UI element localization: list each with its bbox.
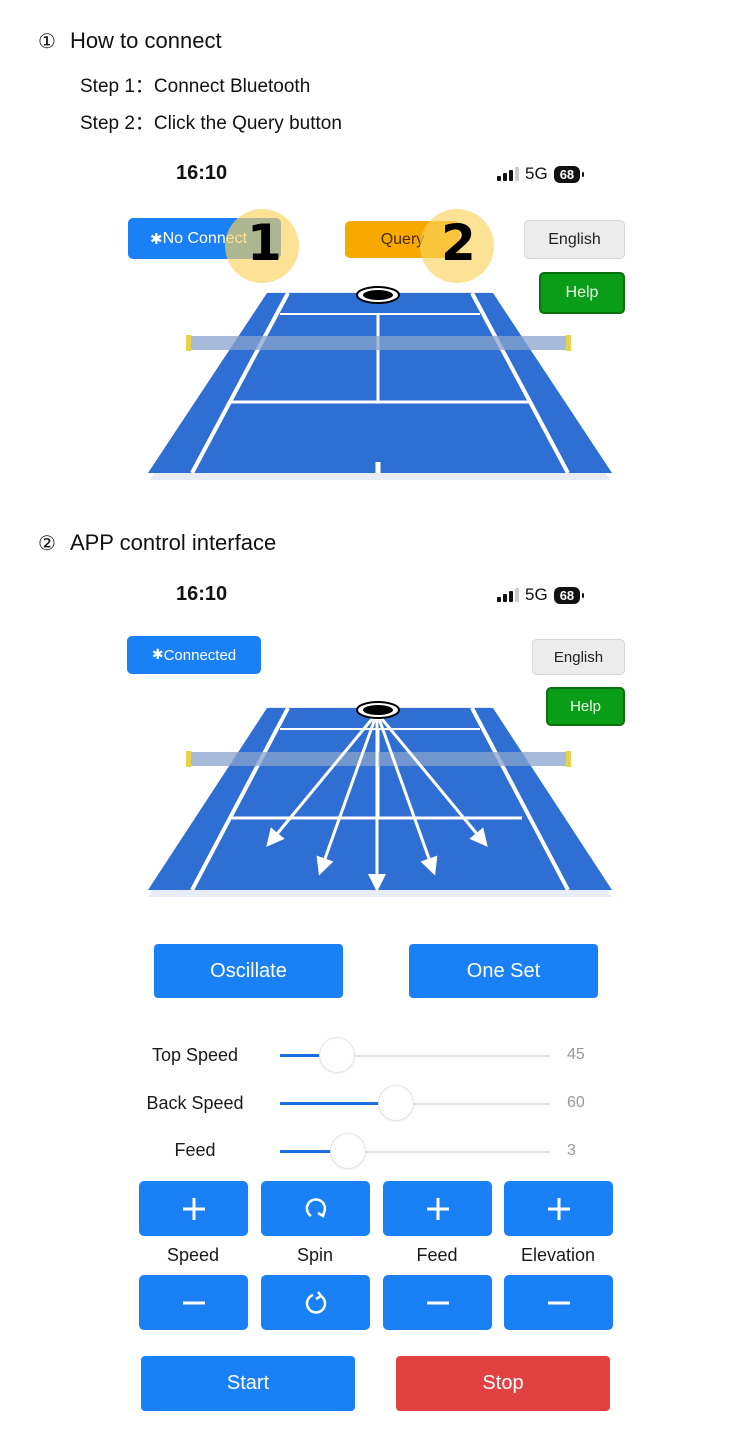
- start-button[interactable]: Start: [141, 1356, 355, 1411]
- elevation-increase-button[interactable]: [504, 1181, 613, 1236]
- status-bar-right: 5G 68: [497, 164, 585, 184]
- bluetooth-icon: ✱: [150, 229, 163, 248]
- signal-icon: [497, 587, 519, 602]
- slider-thumb[interactable]: [379, 1086, 414, 1120]
- section-title: How to connect: [69, 28, 222, 53]
- language-button[interactable]: English: [532, 639, 625, 675]
- stop-button[interactable]: Stop: [396, 1356, 610, 1411]
- slider-thumb[interactable]: [330, 1134, 365, 1168]
- section-app-control-title: ② APP control interface: [38, 530, 276, 556]
- status-bar-right: 5G 68: [497, 585, 585, 605]
- feed-label: Feed: [416, 1245, 458, 1265]
- spin-label: Spin: [296, 1245, 334, 1265]
- spin-decrease-button[interactable]: [261, 1275, 370, 1330]
- connect-status-label: Connected: [163, 646, 237, 664]
- plus-icon: [547, 1197, 570, 1220]
- network-type: 5G: [525, 585, 548, 604]
- minus-icon: [547, 1301, 570, 1304]
- speed-decrease-button[interactable]: [139, 1275, 248, 1330]
- status-time: 16:10: [176, 162, 228, 184]
- minus-icon: [426, 1301, 449, 1304]
- speed-label: Speed: [166, 1245, 220, 1265]
- one-set-label: One Set: [466, 959, 541, 982]
- section-number: ②: [38, 531, 56, 555]
- net-post-right: [566, 751, 571, 767]
- language-label: English: [548, 230, 601, 248]
- rotate-clockwise-icon: [305, 1197, 326, 1218]
- stop-label: Stop: [482, 1372, 524, 1394]
- tennis-net: [190, 336, 570, 350]
- tennis-court-diagram-1: [148, 286, 612, 480]
- rotate-counterclockwise-icon: [305, 1290, 326, 1314]
- tennis-net: [190, 752, 570, 766]
- slider-value: 45: [567, 1046, 585, 1063]
- bluetooth-connect-button[interactable]: ✱ Connected: [127, 636, 261, 674]
- status-time: 16:10: [176, 583, 228, 605]
- bluetooth-icon: ✱: [151, 647, 164, 663]
- signal-icon: [497, 166, 519, 181]
- section-how-to-connect-title: ① How to connect: [38, 28, 222, 54]
- slider-label: Top Speed: [151, 1045, 239, 1065]
- language-button[interactable]: English: [524, 220, 625, 259]
- language-label: English: [553, 648, 604, 666]
- elevation-decrease-button[interactable]: [504, 1275, 613, 1330]
- oscillate-button[interactable]: Oscillate: [154, 944, 343, 998]
- slider-value: 60: [567, 1094, 585, 1111]
- court-surface: [148, 293, 612, 473]
- plus-icon: [182, 1197, 205, 1220]
- slider-label: Back Speed: [146, 1093, 244, 1113]
- feed-increase-button[interactable]: [383, 1181, 492, 1236]
- section-number: ①: [38, 29, 56, 53]
- start-label: Start: [226, 1372, 270, 1394]
- speed-increase-button[interactable]: [139, 1181, 248, 1236]
- step-1-text: Step 1：Connect Bluetooth: [80, 76, 311, 97]
- feed-decrease-button[interactable]: [383, 1275, 492, 1330]
- network-type: 5G: [525, 164, 548, 183]
- net-post-left: [186, 335, 191, 351]
- court-surface: [148, 708, 612, 890]
- battery-icon: 68: [553, 165, 585, 183]
- one-set-button[interactable]: One Set: [409, 944, 598, 998]
- plus-icon: [426, 1197, 449, 1220]
- elevation-label: Elevation: [520, 1245, 596, 1265]
- minus-icon: [182, 1301, 205, 1304]
- spin-increase-button[interactable]: [261, 1181, 370, 1236]
- slider-thumb[interactable]: [319, 1038, 354, 1072]
- oscillate-label: Oscillate: [210, 959, 287, 982]
- slider-label: Feed: [174, 1140, 216, 1160]
- query-label: Query: [380, 230, 425, 248]
- tennis-court-diagram-2: [148, 701, 612, 897]
- net-post-right: [566, 335, 571, 351]
- slider-value: 3: [567, 1142, 576, 1159]
- net-post-left: [186, 751, 191, 767]
- step-marker-1: 1: [247, 214, 282, 272]
- section-title: APP control interface: [69, 530, 277, 555]
- step-2-text: Step 2：Click the Query button: [80, 113, 342, 134]
- step-marker-2: 2: [441, 214, 476, 272]
- battery-icon: 68: [553, 586, 585, 604]
